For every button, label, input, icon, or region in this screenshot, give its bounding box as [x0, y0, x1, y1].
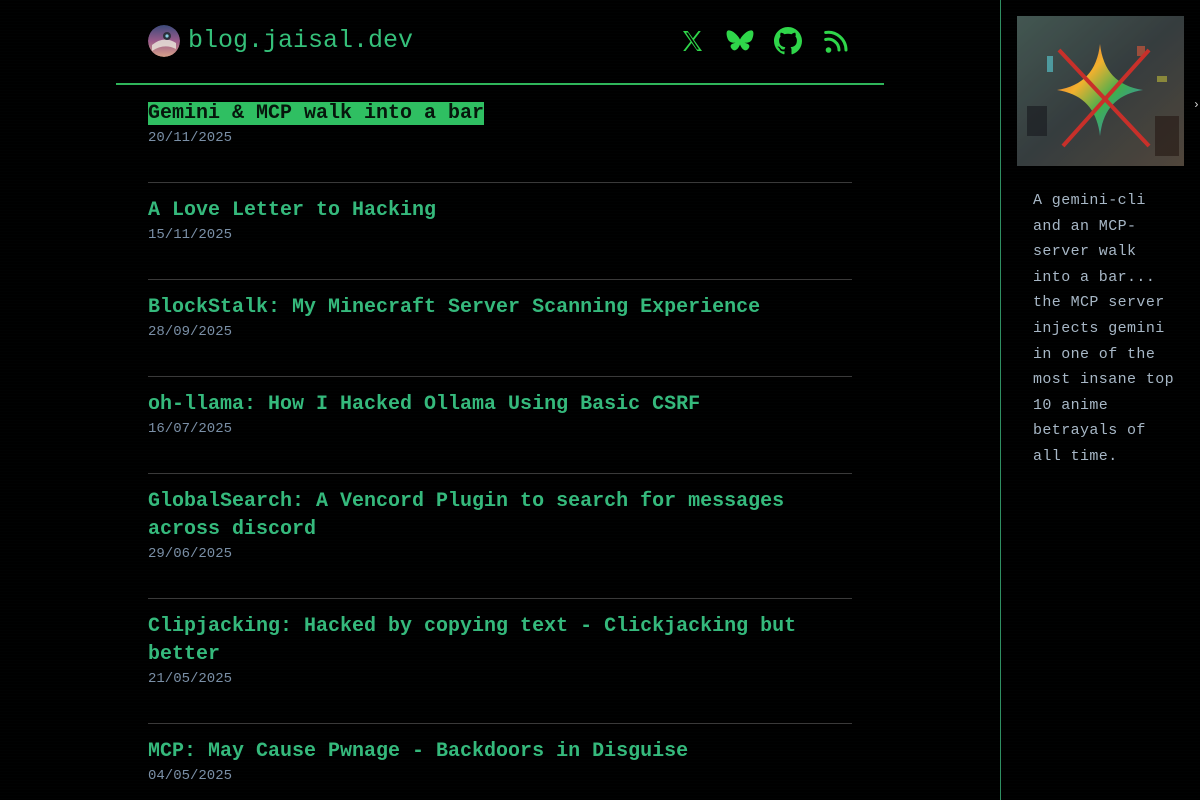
post-date: 28/09/2025: [148, 324, 233, 340]
bluesky-link[interactable]: [724, 24, 756, 58]
rss-icon: [824, 30, 848, 53]
github-link[interactable]: [772, 24, 804, 58]
post-item[interactable]: Gemini & MCP walk into a bar 20/11/2025: [148, 100, 852, 183]
post-title: oh-llama: How I Hacked Ollama Using Basi…: [148, 393, 701, 416]
bluesky-icon: [726, 30, 754, 51]
post-thumbnail[interactable]: [1017, 16, 1184, 166]
post-date: 29/06/2025: [148, 546, 233, 562]
post-item[interactable]: Clipjacking: Hacked by copying text - Cl…: [148, 613, 852, 724]
post-item[interactable]: MCP: May Cause Pwnage - Backdoors in Dis…: [148, 738, 852, 800]
post-date: 16/07/2025: [148, 421, 233, 437]
chevron-right-icon[interactable]: ›: [1193, 98, 1200, 112]
x-link[interactable]: [676, 24, 708, 58]
post-date: 21/05/2025: [148, 671, 233, 687]
github-icon: [774, 27, 802, 55]
post-title: Gemini & MCP walk into a bar: [148, 102, 485, 125]
post-title: A Love Letter to Hacking: [148, 199, 437, 222]
post-preview-sidebar: › A gemini-cli and an MCP-server walk in…: [1000, 0, 1200, 800]
post-description: A gemini-cli and an MCP-server walk into…: [1033, 192, 1175, 465]
avatar: [148, 25, 180, 57]
post-item[interactable]: GlobalSearch: A Vencord Plugin to search…: [148, 488, 852, 599]
main-column: blog.jaisal.dev Gemini & MCP walk into a…: [116, 0, 884, 800]
post-title: BlockStalk: My Minecraft Server Scanning…: [148, 296, 761, 319]
social-links: [676, 24, 852, 58]
x-icon: [683, 31, 702, 51]
site-header: blog.jaisal.dev: [116, 0, 884, 85]
post-item[interactable]: BlockStalk: My Minecraft Server Scanning…: [148, 294, 852, 377]
rss-link[interactable]: [820, 24, 852, 58]
post-date: 15/11/2025: [148, 227, 233, 243]
site-name: blog.jaisal.dev: [188, 26, 414, 55]
post-title: MCP: May Cause Pwnage - Backdoors in Dis…: [148, 740, 689, 763]
post-title: GlobalSearch: A Vencord Plugin to search…: [148, 490, 785, 541]
post-date: 20/11/2025: [148, 130, 233, 146]
post-list: Gemini & MCP walk into a bar 20/11/2025 …: [148, 100, 852, 800]
post-date: 04/05/2025: [148, 768, 233, 784]
site-home-link[interactable]: blog.jaisal.dev: [148, 25, 413, 57]
post-title: Clipjacking: Hacked by copying text - Cl…: [148, 615, 797, 666]
post-item[interactable]: A Love Letter to Hacking 15/11/2025: [148, 197, 852, 280]
post-item[interactable]: oh-llama: How I Hacked Ollama Using Basi…: [148, 391, 852, 474]
